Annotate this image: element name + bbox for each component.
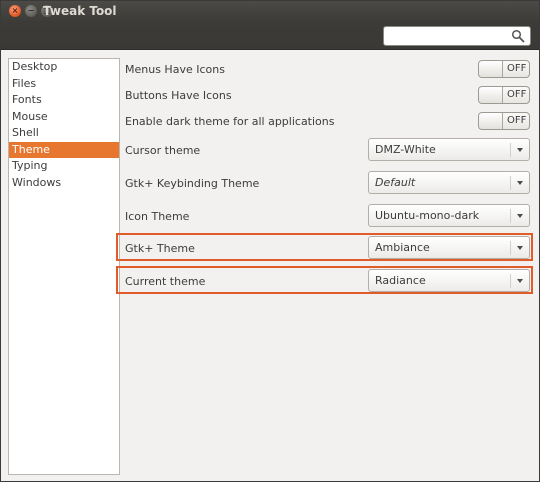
sidebar-item-mouse[interactable]: Mouse — [9, 109, 119, 126]
search-input[interactable] — [383, 26, 531, 46]
gtk-theme-highlight — [116, 233, 533, 261]
toggle-knob — [479, 87, 503, 103]
close-button[interactable]: × — [9, 5, 21, 17]
buttons-have-icons-row: Buttons Have Icons OFF — [118, 84, 532, 106]
cursor-theme-row: Cursor theme DMZ-White — [118, 138, 532, 162]
chevron-down-icon — [517, 214, 523, 218]
chevron-down-icon — [517, 181, 523, 185]
minimize-button[interactable]: − — [25, 5, 37, 17]
icon-theme-row: Icon Theme Ubuntu-mono-dark — [118, 204, 532, 228]
keybinding-theme-label: Gtk+ Keybinding Theme — [125, 177, 260, 190]
icon-theme-value: Ubuntu-mono-dark — [375, 209, 480, 222]
menus-have-icons-toggle[interactable]: OFF — [478, 60, 530, 78]
toggle-knob — [479, 61, 503, 77]
toggle-state-label: OFF — [507, 115, 527, 126]
sidebar-item-windows[interactable]: Windows — [9, 175, 119, 192]
menus-have-icons-row: Menus Have Icons OFF — [118, 58, 532, 80]
toolbar — [1, 22, 539, 50]
tweak-tool-window: × − □ Tweak Tool Desktop Files Fonts Mou… — [0, 0, 540, 482]
icon-theme-select[interactable]: Ubuntu-mono-dark — [368, 204, 530, 227]
sidebar-item-fonts[interactable]: Fonts — [9, 92, 119, 109]
sidebar-item-typing[interactable]: Typing — [9, 158, 119, 175]
category-sidebar: Desktop Files Fonts Mouse Shell Theme Ty… — [8, 58, 120, 475]
icon-theme-label: Icon Theme — [125, 210, 190, 223]
buttons-have-icons-toggle[interactable]: OFF — [478, 86, 530, 104]
combo-separator — [510, 176, 511, 190]
dark-theme-toggle[interactable]: OFF — [478, 112, 530, 130]
sidebar-item-desktop[interactable]: Desktop — [9, 59, 119, 76]
sidebar-item-theme[interactable]: Theme — [9, 141, 119, 158]
combo-separator — [510, 143, 511, 157]
keybinding-theme-value: Default — [375, 176, 416, 189]
combo-separator — [510, 209, 511, 223]
menus-have-icons-label: Menus Have Icons — [125, 63, 225, 76]
keybinding-theme-select[interactable]: Default — [368, 171, 530, 194]
window-title: Tweak Tool — [43, 4, 117, 18]
title-bar: × − □ Tweak Tool — [1, 1, 539, 22]
keybinding-theme-row: Gtk+ Keybinding Theme Default — [118, 171, 532, 195]
toggle-knob — [479, 113, 503, 129]
sidebar-item-files[interactable]: Files — [9, 76, 119, 93]
search-icon[interactable] — [511, 29, 525, 43]
buttons-have-icons-label: Buttons Have Icons — [125, 89, 232, 102]
sidebar-item-shell[interactable]: Shell — [9, 125, 119, 142]
dark-theme-label: Enable dark theme for all applications — [125, 115, 335, 128]
chevron-down-icon — [517, 148, 523, 152]
toggle-state-label: OFF — [507, 63, 527, 74]
cursor-theme-select[interactable]: DMZ-White — [368, 138, 530, 161]
toggle-state-label: OFF — [507, 89, 527, 100]
dark-theme-row: Enable dark theme for all applications O… — [118, 110, 532, 132]
current-theme-highlight — [116, 266, 533, 294]
cursor-theme-value: DMZ-White — [375, 143, 436, 156]
cursor-theme-label: Cursor theme — [125, 144, 201, 157]
